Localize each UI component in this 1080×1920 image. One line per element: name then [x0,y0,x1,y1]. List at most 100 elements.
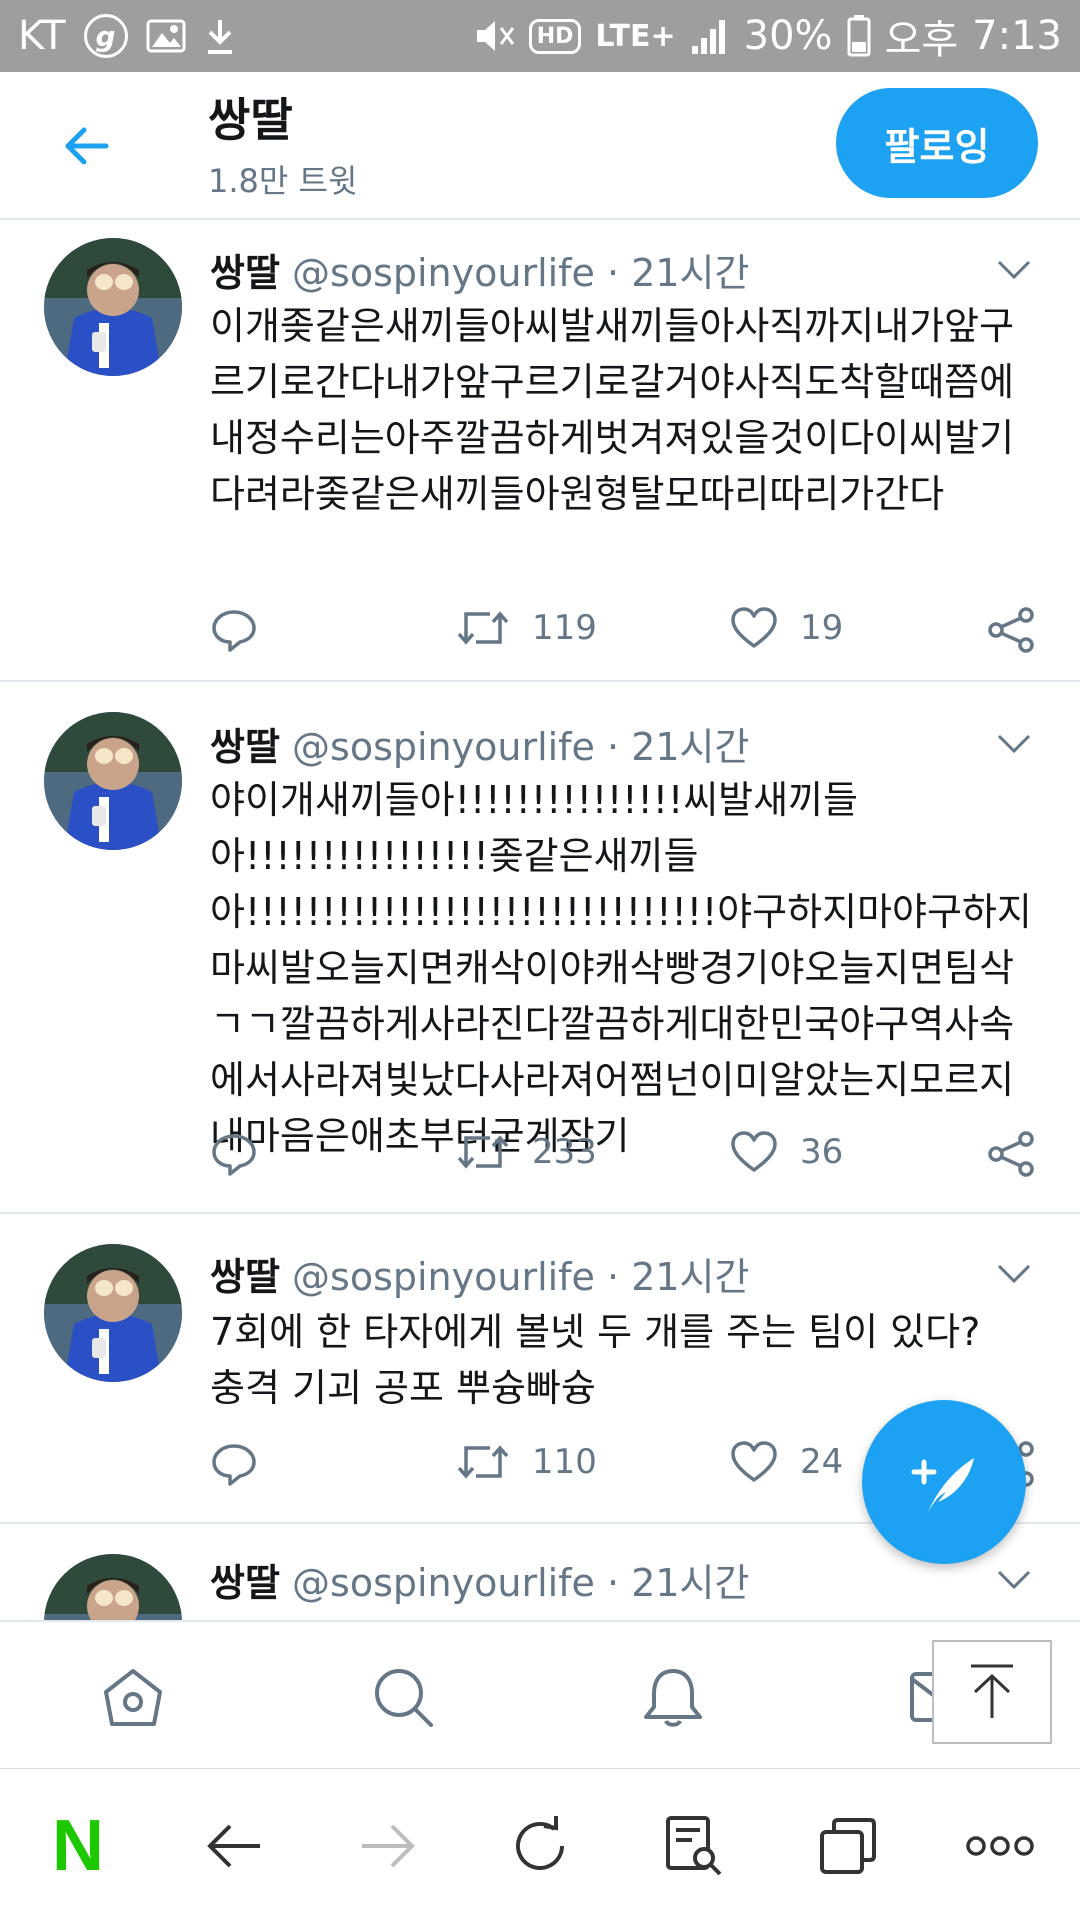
clock-ampm: 오후 [884,17,959,63]
reload-button[interactable] [502,1811,578,1881]
like-count: 24 [800,1442,844,1482]
download-icon [204,16,236,56]
refresh-icon [516,1816,564,1870]
battery-percent: 30% [743,13,833,59]
avatar[interactable] [44,712,182,850]
author-name[interactable]: 쌍딸 [210,1255,280,1299]
retweet-button[interactable]: 119 [456,606,597,650]
bottom-tab-bar [0,1620,1080,1768]
avatar[interactable] [44,238,182,376]
home-tab[interactable] [98,1662,168,1732]
search-icon [375,1669,433,1727]
page-title: 쌍딸 [208,93,293,147]
home-icon [104,1669,162,1726]
share-icon [988,1131,1034,1177]
more-menu-button[interactable] [962,1811,1038,1881]
g-app-icon: g [83,14,128,58]
like-button[interactable]: 24 [730,1440,843,1484]
share-button[interactable] [986,606,1036,654]
lte-icon: LTE+ [595,18,676,54]
chevron-down-icon[interactable] [996,732,1032,756]
signal-icon [690,16,730,56]
image-icon [146,19,186,53]
profile-header: 쌍딸 1.8만 트윗 팔로잉 [0,72,1080,220]
mute-icon [473,16,515,56]
chevron-down-icon[interactable] [996,1568,1032,1592]
clock-time: 7:13 [972,13,1062,59]
retweet-button[interactable]: 233 [456,1130,597,1174]
browser-toolbar: N [0,1768,1080,1920]
tweet-time: · 21시간 [607,251,750,295]
tweet-count: 1.8만 트윗 [208,162,358,200]
author-name[interactable]: 쌍딸 [210,1561,280,1605]
tweet-time: · 21시간 [607,725,750,769]
like-count: 19 [800,608,844,648]
author-handle[interactable]: @sospinyourlife [292,1255,595,1299]
search-tab[interactable] [368,1662,438,1732]
browser-back-button[interactable] [196,1811,272,1881]
reply-icon [212,610,256,652]
tweet[interactable]: 쌍딸 @sospinyourlife · 21시간 이개좆같은새끼들아씨발새끼들… [0,222,1080,682]
browser-forward-button[interactable] [350,1811,426,1881]
tweet-text: 7회에 한 타자에게 볼넷 두 개를 주는 팀이 있다? 충격 기괴 공포 뿌슝… [210,1310,981,1410]
retweet-button[interactable]: 110 [456,1440,597,1484]
reply-icon [212,1134,256,1176]
heart-icon [731,607,777,648]
reply-icon [212,1444,256,1486]
retweet-icon [457,1135,509,1169]
tabs-button[interactable] [810,1811,886,1881]
reply-button[interactable] [210,1130,258,1178]
tweet-time: · 21시간 [607,1255,750,1299]
reply-button[interactable] [210,606,258,654]
author-handle[interactable]: @sospinyourlife [292,725,595,769]
like-button[interactable]: 36 [730,1130,843,1174]
share-button[interactable] [986,1130,1036,1178]
tweet-meta: 쌍딸 @sospinyourlife · 21시간 [210,1246,749,1301]
battery-icon [847,15,871,57]
back-arrow-icon[interactable] [56,116,116,176]
more-dots-icon [966,1836,1034,1856]
author-handle[interactable]: @sospinyourlife [292,1561,595,1605]
retweet-count: 233 [532,1132,597,1172]
chevron-down-icon[interactable] [996,1262,1032,1286]
author-name[interactable]: 쌍딸 [210,251,280,295]
scroll-to-top-button[interactable] [932,1640,1052,1744]
carrier-label: KT [18,13,66,59]
arrow-right-icon [362,1824,415,1868]
heart-icon [731,1131,777,1172]
hd-icon: HD [528,18,582,54]
document-search-icon [666,1816,722,1876]
notifications-tab[interactable] [638,1662,708,1732]
tweet-meta: 쌍딸 @sospinyourlife · 21시간 [210,242,749,297]
chevron-down-icon[interactable] [996,258,1032,282]
following-button[interactable]: 팔로잉 [836,88,1038,198]
compose-feather-icon [911,1458,974,1512]
tweet-meta: 쌍딸 @sospinyourlife · 21시간 [210,1552,749,1607]
tweet-meta: 쌍딸 @sospinyourlife · 21시간 [210,716,749,771]
retweet-icon [457,1445,509,1479]
retweet-count: 119 [532,608,597,648]
avatar[interactable] [44,1554,182,1620]
like-count: 36 [800,1132,844,1172]
author-handle[interactable]: @sospinyourlife [292,251,595,295]
like-button[interactable]: 19 [730,606,843,650]
reader-mode-button[interactable] [656,1811,732,1881]
heart-icon [731,1441,777,1482]
author-name[interactable]: 쌍딸 [210,725,280,769]
bell-icon [644,1669,702,1727]
tweet-actions: 119 19 [210,606,1040,662]
tweet-text: 이개좆같은새끼들아씨발새끼들아사직까지내가앞구르기로간다내가앞구르기로갈거야사직… [210,304,1015,516]
tweet-text: 야이개새끼들아!!!!!!!!!!!!!!!씨발새끼들아!!!!!!!!!!!!… [210,778,1032,1158]
status-bar: KT g HD LTE+ 30% 오후 7:13 [0,0,1080,72]
avatar[interactable] [44,1244,182,1382]
retweet-icon [457,611,509,645]
compose-tweet-button[interactable] [862,1400,1026,1564]
naver-logo[interactable]: N [40,1810,116,1882]
retweet-count: 110 [532,1442,597,1482]
tweet-actions: 233 36 [210,1130,1040,1186]
tweet[interactable]: 쌍딸 @sospinyourlife · 21시간 야이개새끼들아!!!!!!!… [0,684,1080,1214]
reply-button[interactable] [210,1440,258,1488]
tabs-icon [820,1818,876,1874]
share-icon [988,607,1034,653]
arrow-left-icon [207,1824,260,1868]
